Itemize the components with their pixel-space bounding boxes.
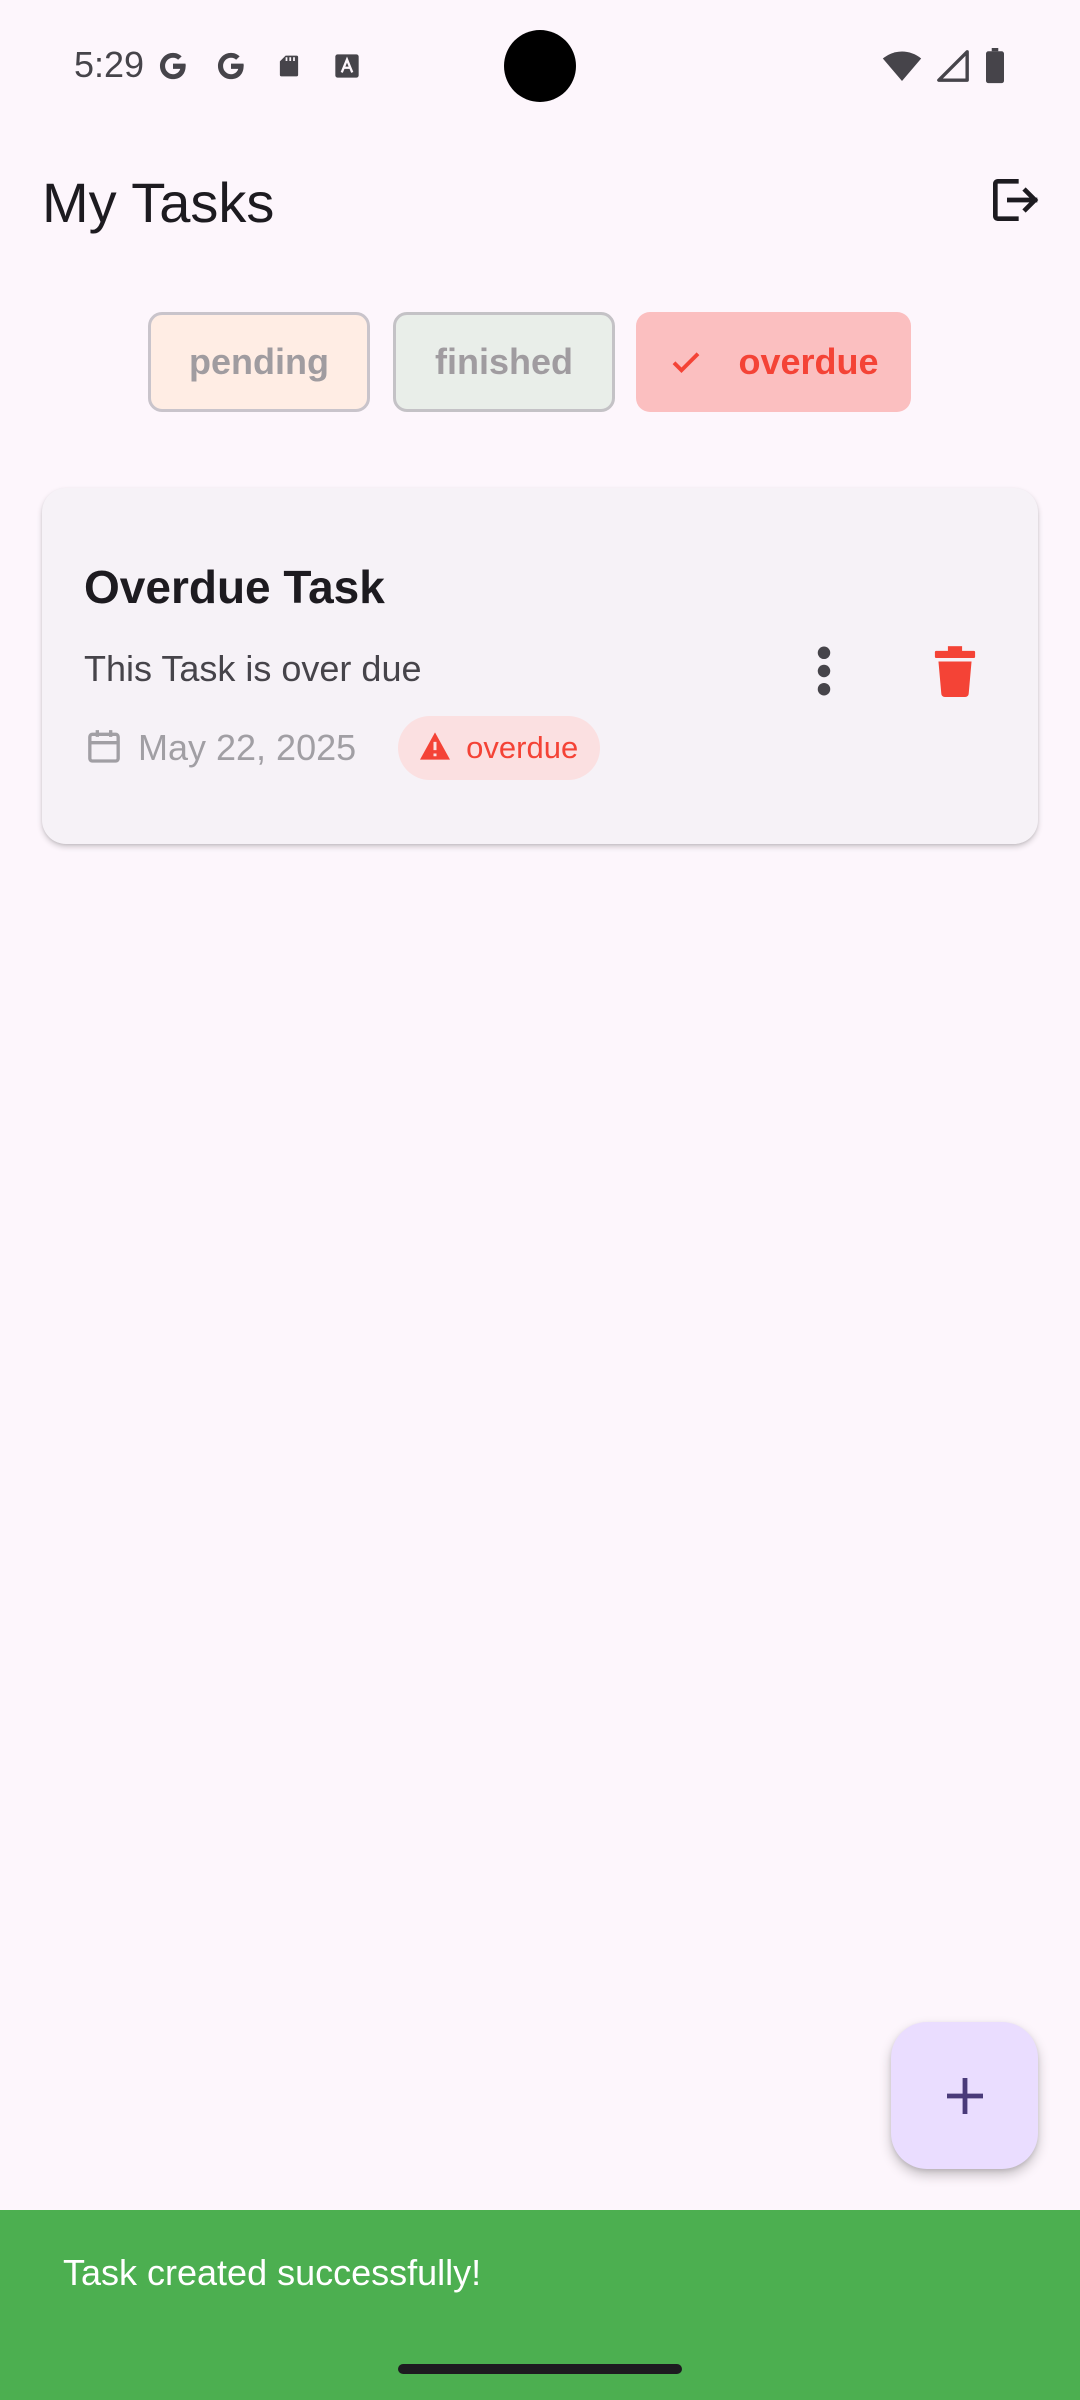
add-task-button[interactable] [891, 2022, 1038, 2169]
warning-icon [418, 731, 452, 766]
more-options-button[interactable] [792, 626, 856, 716]
logout-icon [993, 179, 1039, 221]
filter-chip-overdue[interactable]: overdue [636, 312, 911, 412]
logout-button[interactable] [978, 164, 1050, 236]
status-filter-chips: pending finished overdue [0, 312, 1080, 414]
delete-button[interactable] [910, 626, 1000, 716]
wifi-icon [882, 49, 922, 88]
system-icons [882, 48, 1006, 89]
check-icon [668, 344, 704, 380]
status-bar: 5:29 [0, 0, 1080, 130]
notification-icons [155, 48, 365, 84]
calendar-icon [84, 725, 124, 772]
page-title: My Tasks [42, 171, 275, 234]
app-bar: My Tasks [0, 160, 1080, 248]
font-a-icon [329, 48, 365, 84]
task-description: This Task is over due [84, 648, 422, 689]
filter-chip-finished[interactable]: finished [393, 312, 615, 412]
trash-icon [934, 646, 976, 697]
status-time: 5:29 [74, 44, 145, 85]
screen: 5:29 My Tasks pending finished overdue O… [0, 0, 1080, 2400]
filter-chip-label: overdue [738, 341, 879, 382]
sd-card-icon [271, 48, 307, 84]
task-title: Overdue Task [84, 561, 385, 613]
status-badge-label: overdue [466, 730, 579, 765]
camera-cutout [504, 30, 576, 102]
status-badge: overdue [398, 716, 601, 780]
cell-signal-icon [936, 49, 970, 88]
google-g-icon [155, 48, 191, 84]
home-indicator[interactable] [398, 2364, 682, 2374]
task-due-date: May 22, 2025 [138, 727, 357, 768]
task-meta-row: May 22, 2025 overdue [84, 716, 601, 780]
battery-icon [984, 48, 1006, 89]
snackbar-message: Task created successfully! [63, 2252, 482, 2293]
task-card[interactable]: Overdue Task This Task is over due May 2… [42, 488, 1038, 844]
google-g-icon [213, 48, 249, 84]
plus-icon [946, 2077, 983, 2114]
filter-chip-label: pending [189, 341, 329, 382]
filter-chip-label: finished [434, 341, 573, 382]
more-vert-icon [817, 646, 831, 696]
filter-chip-pending[interactable]: pending [148, 312, 370, 412]
